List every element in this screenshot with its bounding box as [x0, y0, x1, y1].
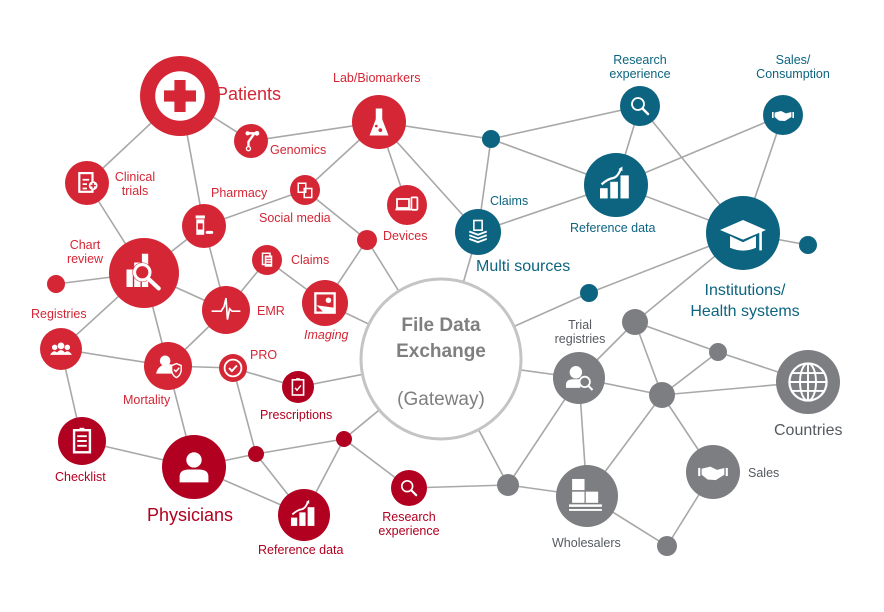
junction-dot [336, 431, 352, 447]
node-trial-registries [553, 352, 605, 404]
label-social-media: Social media [259, 211, 331, 225]
junction-dot [709, 343, 727, 361]
label-multi-sources: Multi sources [476, 258, 571, 275]
node-sales-consumption [763, 95, 803, 135]
label-trial-registries: Trial registries [554, 318, 606, 347]
label-sales-consumption: Sales/ Consumption [756, 53, 830, 82]
label-pharmacy: Pharmacy [211, 186, 268, 200]
gateway-subtitle: (Gateway) [397, 389, 485, 410]
junction-dot-circle [47, 275, 65, 293]
node-circle [219, 354, 247, 382]
label-devices: Devices [383, 229, 428, 243]
label-imaging: Imaging [304, 328, 349, 342]
node-prescriptions [282, 371, 314, 403]
node-reference-data-red [278, 489, 330, 541]
label-chart-review: Chart review [66, 238, 104, 267]
node-circle [391, 470, 427, 506]
junction-dot-circle [709, 343, 727, 361]
junction-dot [657, 536, 677, 556]
label-emr: EMR [257, 304, 285, 318]
label-patients: Patients [216, 84, 282, 104]
junction-dot-circle [649, 382, 675, 408]
label-wholesalers: Wholesalers [552, 536, 621, 550]
node-clinical-trials [65, 161, 109, 205]
node-genomics [234, 124, 268, 158]
node-multi-sources [455, 209, 501, 255]
label-research-experience-red: Research experience [378, 510, 440, 539]
medical-cross-icon [155, 71, 205, 121]
node-imaging [302, 280, 348, 326]
label-reference-data-teal: Reference data [570, 221, 656, 235]
junction-dot-circle [357, 230, 377, 250]
node-circle [302, 280, 348, 326]
node-pro [219, 354, 247, 382]
label-claims-teal: Claims [490, 194, 529, 208]
node-physicians [162, 435, 226, 499]
node-emr [202, 286, 250, 334]
label-sales: Sales [748, 466, 780, 480]
junction-dot-circle [580, 284, 598, 302]
node-registries [40, 328, 82, 370]
node-circle [234, 124, 268, 158]
edge-j-teal-1-research-experience-teal [490, 105, 641, 140]
junction-dot [580, 284, 598, 302]
gateway-title: File Data Exchange [396, 315, 486, 362]
label-genomics: Genomics [270, 143, 327, 157]
junction-dot [622, 309, 648, 335]
node-patients [140, 56, 220, 136]
junction-dot [649, 382, 675, 408]
junction-dot-circle [336, 431, 352, 447]
label-clinical-trials: Clinical trials [114, 170, 156, 199]
label-mortality: Mortality [123, 393, 171, 407]
node-chart-review [109, 238, 179, 308]
junction-dot [47, 275, 65, 293]
label-checklist: Checklist [55, 470, 106, 484]
junction-dot-circle [657, 536, 677, 556]
junction-dot-circle [799, 236, 817, 254]
junction-dot [357, 230, 377, 250]
label-lab-biomarkers: Lab/Biomarkers [333, 71, 421, 85]
node-circle [620, 86, 660, 126]
label-countries: Countries [774, 422, 843, 439]
node-reference-data-teal [584, 153, 648, 217]
globe-icon [788, 362, 828, 402]
node-checklist [58, 417, 106, 465]
node-pharmacy [182, 204, 226, 248]
node-mortality [144, 342, 192, 390]
junction-dot-circle [248, 446, 264, 462]
node-circle [553, 352, 605, 404]
label-pro: PRO [250, 348, 278, 362]
node-circle [455, 209, 501, 255]
label-institutions: Institutions/ Health systems [690, 282, 800, 320]
junction-dot-circle [622, 309, 648, 335]
label-prescriptions: Prescriptions [260, 408, 333, 422]
node-devices [387, 185, 427, 225]
node-wholesalers [556, 465, 618, 527]
node-circle [387, 185, 427, 225]
junction-dot [482, 130, 500, 148]
node-lab-biomarkers [352, 95, 406, 149]
junction-dot [497, 474, 519, 496]
node-circle [282, 371, 314, 403]
label-research-experience-teal: Research experience [609, 53, 671, 82]
label-reference-data-red: Reference data [258, 543, 344, 557]
junction-dot-circle [497, 474, 519, 496]
node-research-experience-red [391, 470, 427, 506]
node-claims-red [252, 245, 282, 275]
node-sales [686, 445, 740, 499]
label-physicians: Physicians [147, 505, 234, 525]
node-circle [65, 161, 109, 205]
node-social-media [290, 175, 320, 205]
node-research-experience-teal [620, 86, 660, 126]
junction-dot [799, 236, 817, 254]
label-registries: Registries [31, 307, 87, 321]
label-claims-red: Claims [291, 253, 330, 267]
edge-j-red-3-j-red-4 [255, 438, 345, 455]
node-countries [776, 350, 840, 414]
edge-j-gray-1-j-gray-2 [634, 321, 719, 353]
junction-dot [248, 446, 264, 462]
node-institutions [706, 196, 780, 270]
junction-dot-circle [482, 130, 500, 148]
